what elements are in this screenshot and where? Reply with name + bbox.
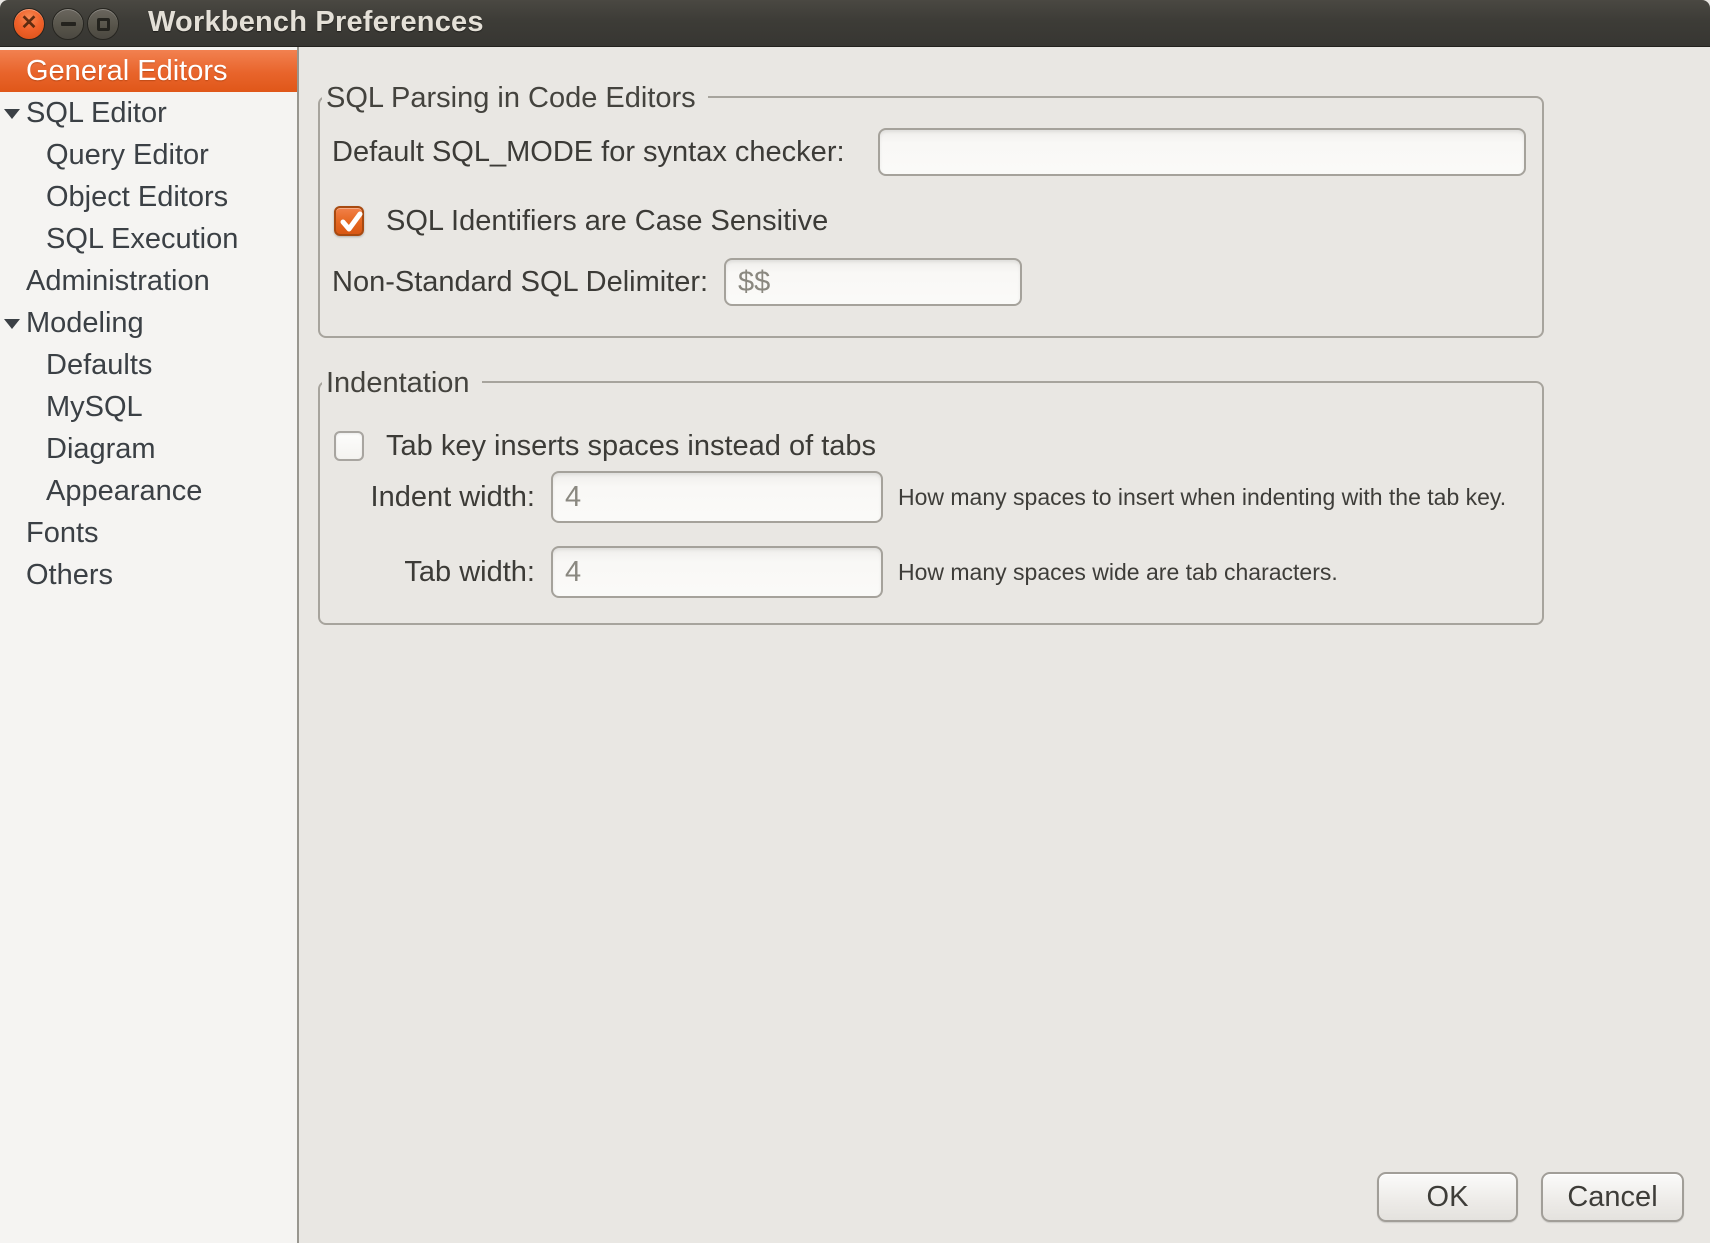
sidebar-item-label: Defaults [46, 349, 152, 381]
group-sql-parsing: SQL Parsing in Code Editors Default SQL_… [318, 96, 1544, 338]
sidebar-item-label: Diagram [46, 433, 156, 465]
expander-triangle-icon[interactable] [4, 109, 20, 119]
sidebar-item-diagram[interactable]: Diagram [0, 428, 297, 470]
sidebar-item-label: SQL Execution [46, 223, 238, 255]
sidebar-item-others[interactable]: Others [0, 554, 297, 596]
indent-width-input[interactable] [551, 471, 883, 523]
minimize-icon [61, 22, 76, 26]
sidebar-item-sql-editor[interactable]: SQL Editor [0, 92, 297, 134]
sidebar-item-label: Object Editors [46, 181, 228, 213]
case-sensitive-label: SQL Identifiers are Case Sensitive [386, 204, 828, 238]
sidebar-item-label: Appearance [46, 475, 202, 507]
tab-spaces-label: Tab key inserts spaces instead of tabs [386, 429, 876, 463]
sidebar-item-label: Administration [26, 265, 210, 297]
tab-width-label: Tab width: [332, 555, 535, 589]
tab-width-input[interactable] [551, 546, 883, 598]
sidebar-item-administration[interactable]: Administration [0, 260, 297, 302]
expander-triangle-icon[interactable] [4, 319, 20, 329]
sidebar-item-general-editors[interactable]: General Editors [0, 50, 297, 92]
indent-width-label: Indent width: [332, 480, 535, 514]
preferences-sidebar: General Editors SQL Editor Query Editor … [0, 47, 299, 1243]
delimiter-input[interactable] [724, 258, 1022, 306]
sidebar-item-fonts[interactable]: Fonts [0, 512, 297, 554]
sidebar-item-mysql[interactable]: MySQL [0, 386, 297, 428]
sql-mode-input[interactable] [878, 128, 1526, 176]
maximize-button[interactable] [87, 8, 119, 40]
sql-mode-label: Default SQL_MODE for syntax checker: [332, 128, 845, 176]
group-indentation: Indentation Tab key inserts spaces inste… [318, 381, 1544, 625]
sidebar-item-sql-execution[interactable]: SQL Execution [0, 218, 297, 260]
case-sensitive-checkbox[interactable] [334, 206, 364, 236]
sidebar-item-label: SQL Editor [26, 97, 167, 129]
close-button[interactable]: ✕ [13, 8, 45, 40]
close-icon: ✕ [21, 13, 38, 33]
tab-spaces-checkbox[interactable] [334, 431, 364, 461]
maximize-icon [97, 18, 110, 31]
sidebar-item-query-editor[interactable]: Query Editor [0, 134, 297, 176]
window-title: Workbench Preferences [148, 0, 484, 47]
sidebar-item-object-editors[interactable]: Object Editors [0, 176, 297, 218]
sidebar-item-label: Query Editor [46, 139, 209, 171]
ok-button[interactable]: OK [1377, 1172, 1518, 1222]
preferences-window: ✕ Workbench Preferences General Editors … [0, 0, 1710, 1243]
delimiter-label: Non-Standard SQL Delimiter: [332, 265, 708, 299]
sidebar-item-label: Modeling [26, 307, 144, 339]
sidebar-nav: General Editors SQL Editor Query Editor … [0, 50, 297, 596]
sidebar-item-defaults[interactable]: Defaults [0, 344, 297, 386]
sidebar-item-modeling[interactable]: Modeling [0, 302, 297, 344]
group-title-indentation: Indentation [322, 365, 482, 401]
cancel-button[interactable]: Cancel [1541, 1172, 1684, 1222]
minimize-button[interactable] [52, 8, 84, 40]
titlebar: ✕ Workbench Preferences [0, 0, 1710, 47]
sidebar-item-label: Others [26, 559, 113, 591]
indent-width-hint: How many spaces to insert when indenting… [898, 482, 1506, 512]
sidebar-item-label: MySQL [46, 391, 143, 423]
sidebar-item-label: Fonts [26, 517, 99, 549]
tab-width-hint: How many spaces wide are tab characters. [898, 557, 1338, 587]
group-title-sql-parsing: SQL Parsing in Code Editors [322, 80, 708, 116]
checkmark-icon [335, 206, 367, 238]
sidebar-item-label: General Editors [26, 55, 228, 87]
sidebar-item-appearance[interactable]: Appearance [0, 470, 297, 512]
